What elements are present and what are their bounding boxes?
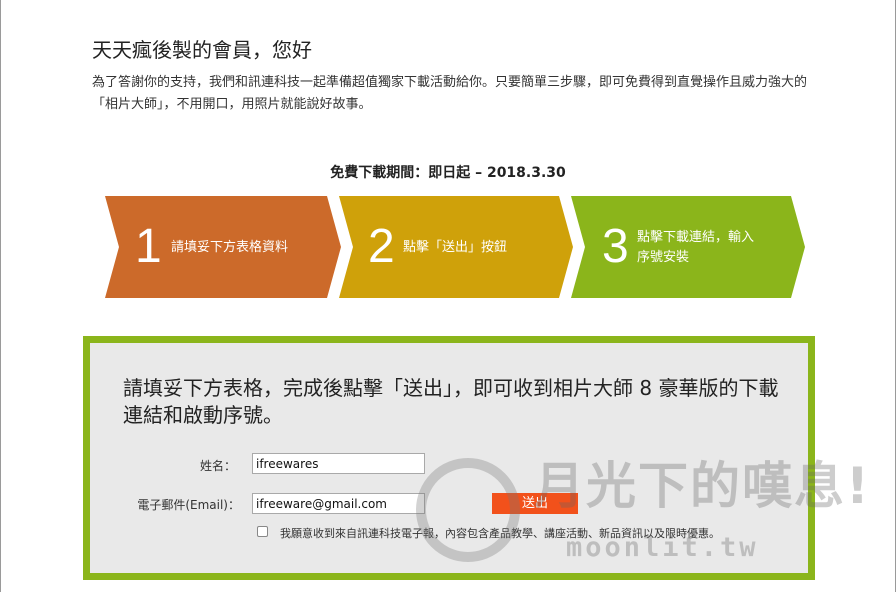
step-3-number: 3 [602,220,629,273]
email-label: 電子郵件(Email)： [137,498,240,512]
moon-logo-icon [416,458,520,562]
step-2-number: 2 [368,220,395,273]
step-1-number: 1 [135,220,162,273]
watermark-text: 月光下的嘆息! [534,457,871,515]
watermark: 月光下的嘆息! moonlit.tw [416,442,886,582]
step-2-text: 點擊「送出」按鈕 [403,240,508,255]
name-input[interactable] [252,453,425,474]
step-3-text-line2: 序號安裝 [637,250,690,265]
steps-banner: 1 請填妥下方表格資料 2 點擊「送出」按鈕 3 點擊下載連結，輸入 序號安裝 [105,196,805,298]
step-1-text: 請填妥下方表格資料 [171,240,289,255]
step-3-text-line1: 點擊下載連結，輸入 [637,230,755,245]
form-heading: 請填妥下方表格，完成後點擊「送出」，即可收到相片大師 8 豪華版的下載連結和啟動… [123,376,779,427]
email-input[interactable] [252,493,425,514]
download-period: 免費下載期間：即日起 – 2018.3.30 [330,165,566,181]
consent-checkbox[interactable] [257,526,268,537]
page-title: 天天瘋後製的會員，您好 [92,38,312,62]
name-label: 姓名： [199,459,236,473]
intro-text: 為了答謝你的支持，我們和訊連科技一起準備超值獨家下載活動給你。只要簡單三步驟，即… [92,75,808,112]
watermark-url: moonlit.tw [566,532,759,563]
